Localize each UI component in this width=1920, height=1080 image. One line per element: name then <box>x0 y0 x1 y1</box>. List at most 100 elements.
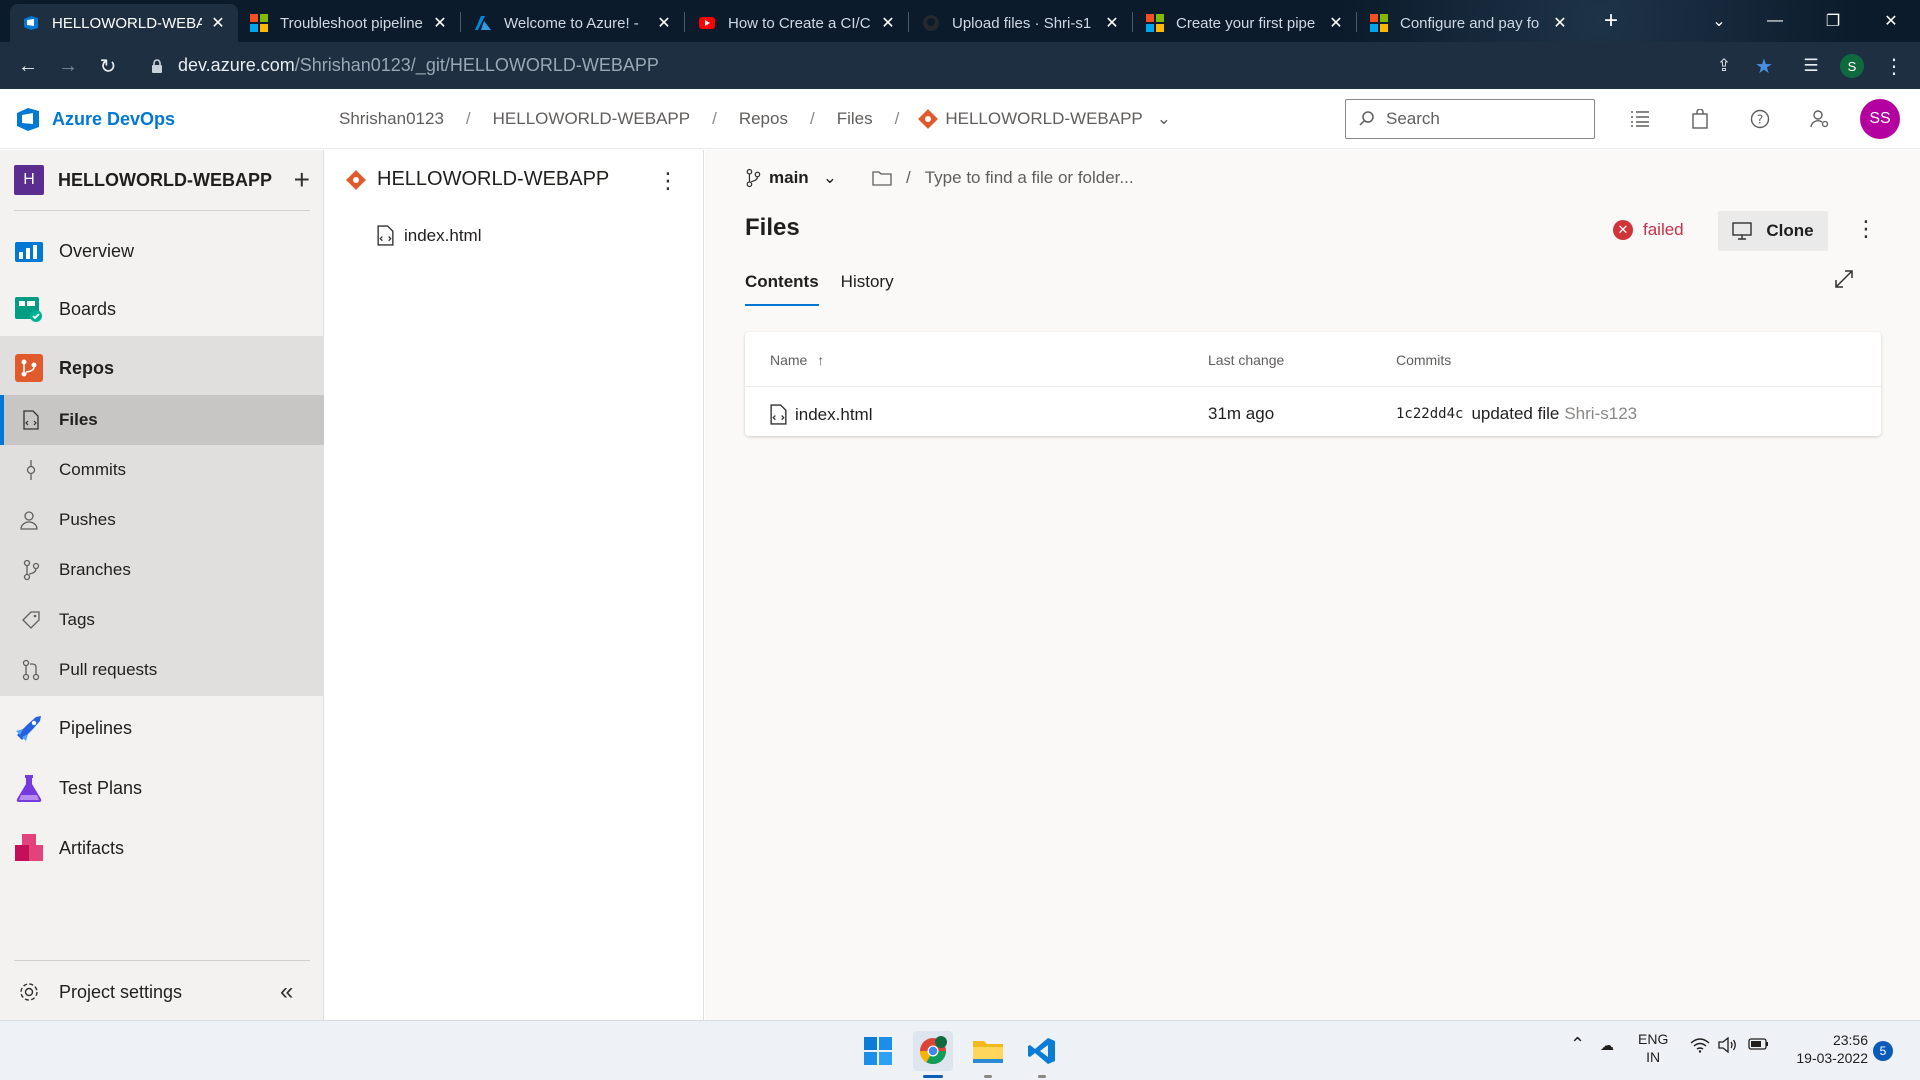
onedrive-icon[interactable]: ☁ <box>1600 1037 1614 1054</box>
tab-separator <box>684 12 685 32</box>
sidebar-item-commits[interactable]: Commits <box>0 452 324 488</box>
branch-selector[interactable]: main ⌄ <box>745 168 837 188</box>
sidebar-item-artifacts[interactable]: Artifacts <box>0 826 324 870</box>
browser-tab[interactable]: Troubleshoot pipeline ✕ <box>238 4 460 42</box>
breadcrumb-org[interactable]: Shrishan0123 <box>339 109 444 129</box>
tab-contents[interactable]: Contents <box>745 272 819 306</box>
share-icon[interactable]: ⇪ <box>1708 50 1740 82</box>
notification-badge[interactable]: 5 <box>1873 1041 1893 1061</box>
close-tab-icon[interactable]: ✕ <box>880 13 896 33</box>
sidebar-item-label: Branches <box>59 560 131 579</box>
path-search-input[interactable]: / Type to find a file or folder... <box>872 168 1134 188</box>
close-tab-icon[interactable]: ✕ <box>1328 13 1344 33</box>
volume-icon[interactable] <box>1718 1036 1738 1056</box>
breadcrumb-repo-selector[interactable]: HELLOWORLD-WEBAPP ⌄ <box>918 109 1171 129</box>
pipeline-status-badge[interactable]: ✕ failed <box>1613 220 1684 240</box>
collapse-chevrons-icon[interactable]: « <box>280 978 293 1006</box>
browser-tab[interactable]: How to Create a CI/C ✕ <box>686 4 908 42</box>
file-name-cell[interactable]: index.html <box>770 404 872 425</box>
breadcrumb-repo: HELLOWORLD-WEBAPP <box>945 109 1143 128</box>
chevron-up-icon[interactable]: ⌃ <box>1570 1034 1585 1055</box>
git-repo-icon <box>918 109 939 129</box>
breadcrumb-repos[interactable]: Repos <box>739 109 788 129</box>
browser-tab[interactable]: Configure and pay fo ✕ <box>1358 4 1580 42</box>
commit-id-link[interactable]: 1c22dd4c <box>1396 406 1463 422</box>
left-navigation: H HELLOWORLD-WEBAPP + Overview Boards Re… <box>0 150 324 1020</box>
reading-list-icon[interactable]: ☰ <box>1795 50 1827 82</box>
project-name: HELLOWORLD-WEBAPP <box>58 169 272 190</box>
close-tab-icon[interactable]: ✕ <box>210 13 226 33</box>
sidebar-item-boards[interactable]: Boards <box>0 288 324 330</box>
user-settings-icon[interactable] <box>1808 107 1832 131</box>
column-header-name[interactable]: Name ↑ <box>770 352 824 368</box>
breadcrumb-project[interactable]: HELLOWORLD-WEBAPP <box>493 109 690 129</box>
bookmark-star-icon[interactable]: ★ <box>1748 50 1780 82</box>
clone-button[interactable]: Clone <box>1718 211 1828 251</box>
sidebar-item-files[interactable]: Files <box>0 402 324 438</box>
azure-devops-logo[interactable]: Azure DevOps <box>14 105 175 133</box>
browser-tab[interactable]: Welcome to Azure! - ✕ <box>462 4 684 42</box>
close-tab-icon[interactable]: ✕ <box>1104 13 1120 33</box>
more-options-icon[interactable]: ⋮ <box>657 168 679 194</box>
user-avatar[interactable]: SS <box>1860 99 1900 139</box>
language-indicator[interactable]: ENG IN <box>1638 1030 1668 1066</box>
breadcrumb-files[interactable]: Files <box>837 109 873 129</box>
new-tab-button[interactable]: + <box>1588 0 1634 42</box>
marketplace-bag-icon[interactable] <box>1688 107 1712 131</box>
back-arrow-icon[interactable]: ← <box>12 50 44 82</box>
content-tabs: Contents History <box>745 272 916 306</box>
url-host: dev.azure.com <box>178 55 295 75</box>
sidebar-item-pull-requests[interactable]: Pull requests <box>0 652 324 688</box>
sidebar-item-test-plans[interactable]: Test Plans <box>0 766 324 810</box>
chrome-taskbar-icon[interactable] <box>913 1031 953 1071</box>
browser-menu-icon[interactable]: ⋮ <box>1878 50 1910 82</box>
region-code: IN <box>1646 1049 1661 1065</box>
tree-repo-header[interactable]: HELLOWORLD-WEBAPP <box>346 168 609 191</box>
sidebar-item-pushes[interactable]: Pushes <box>0 502 324 538</box>
sidebar-item-tags[interactable]: Tags <box>0 602 324 638</box>
tab-title: Welcome to Azure! - <box>504 14 639 32</box>
sidebar-item-repos[interactable]: Repos <box>0 346 324 390</box>
add-icon[interactable]: + <box>294 164 310 196</box>
wifi-icon[interactable] <box>1690 1037 1710 1056</box>
file-explorer-icon[interactable] <box>968 1031 1008 1071</box>
close-tab-icon[interactable]: ✕ <box>1552 13 1568 33</box>
more-options-icon[interactable]: ⋮ <box>1855 216 1877 242</box>
artifacts-icon <box>14 833 44 863</box>
test-plans-icon <box>14 773 44 803</box>
fullscreen-expand-icon[interactable] <box>1833 268 1855 295</box>
overview-icon <box>14 236 44 266</box>
active-app-indicator <box>923 1075 943 1078</box>
project-header[interactable]: H HELLOWORLD-WEBAPP + <box>14 164 310 196</box>
sort-ascending-icon: ↑ <box>817 352 825 368</box>
tree-file-item[interactable]: index.html <box>377 225 481 246</box>
sidebar-item-overview[interactable]: Overview <box>0 230 324 272</box>
close-tab-icon[interactable]: ✕ <box>432 13 448 33</box>
forward-arrow-icon[interactable]: → <box>52 50 84 82</box>
sidebar-item-pipelines[interactable]: Pipelines <box>0 706 324 750</box>
browser-tab[interactable]: Upload files · Shri-s1 ✕ <box>910 4 1132 42</box>
divider <box>14 960 310 961</box>
search-input[interactable]: Search <box>1345 99 1595 139</box>
minimize-button[interactable]: — <box>1752 0 1798 42</box>
reload-icon[interactable]: ↻ <box>92 50 124 82</box>
work-items-list-icon[interactable] <box>1628 107 1652 131</box>
restore-button[interactable]: ❐ <box>1810 0 1856 42</box>
close-window-button[interactable]: ✕ <box>1868 0 1914 42</box>
project-settings-button[interactable]: Project settings <box>0 970 324 1014</box>
browser-tab[interactable]: Create your first pipe ✕ <box>1134 4 1356 42</box>
windows-start-icon[interactable] <box>858 1031 898 1071</box>
browser-tab[interactable]: HELLOWORLD-WEBAPP ✕ <box>10 4 238 42</box>
help-icon[interactable]: ? <box>1748 107 1772 131</box>
sidebar-item-branches[interactable]: Branches <box>0 552 324 588</box>
tab-search-chevron-icon[interactable]: ⌄ <box>1696 0 1742 42</box>
azure-devops-icon <box>24 16 38 30</box>
battery-icon[interactable] <box>1748 1037 1770 1054</box>
address-bar[interactable]: dev.azure.com/Shrishan0123/_git/HELLOWOR… <box>140 48 1700 83</box>
profile-avatar[interactable]: S <box>1836 50 1868 82</box>
tag-icon <box>20 610 42 630</box>
tab-history[interactable]: History <box>841 272 894 306</box>
clock[interactable]: 23:56 19-03-2022 <box>1788 1031 1868 1067</box>
vscode-icon[interactable] <box>1022 1031 1062 1071</box>
close-tab-icon[interactable]: ✕ <box>656 13 672 33</box>
